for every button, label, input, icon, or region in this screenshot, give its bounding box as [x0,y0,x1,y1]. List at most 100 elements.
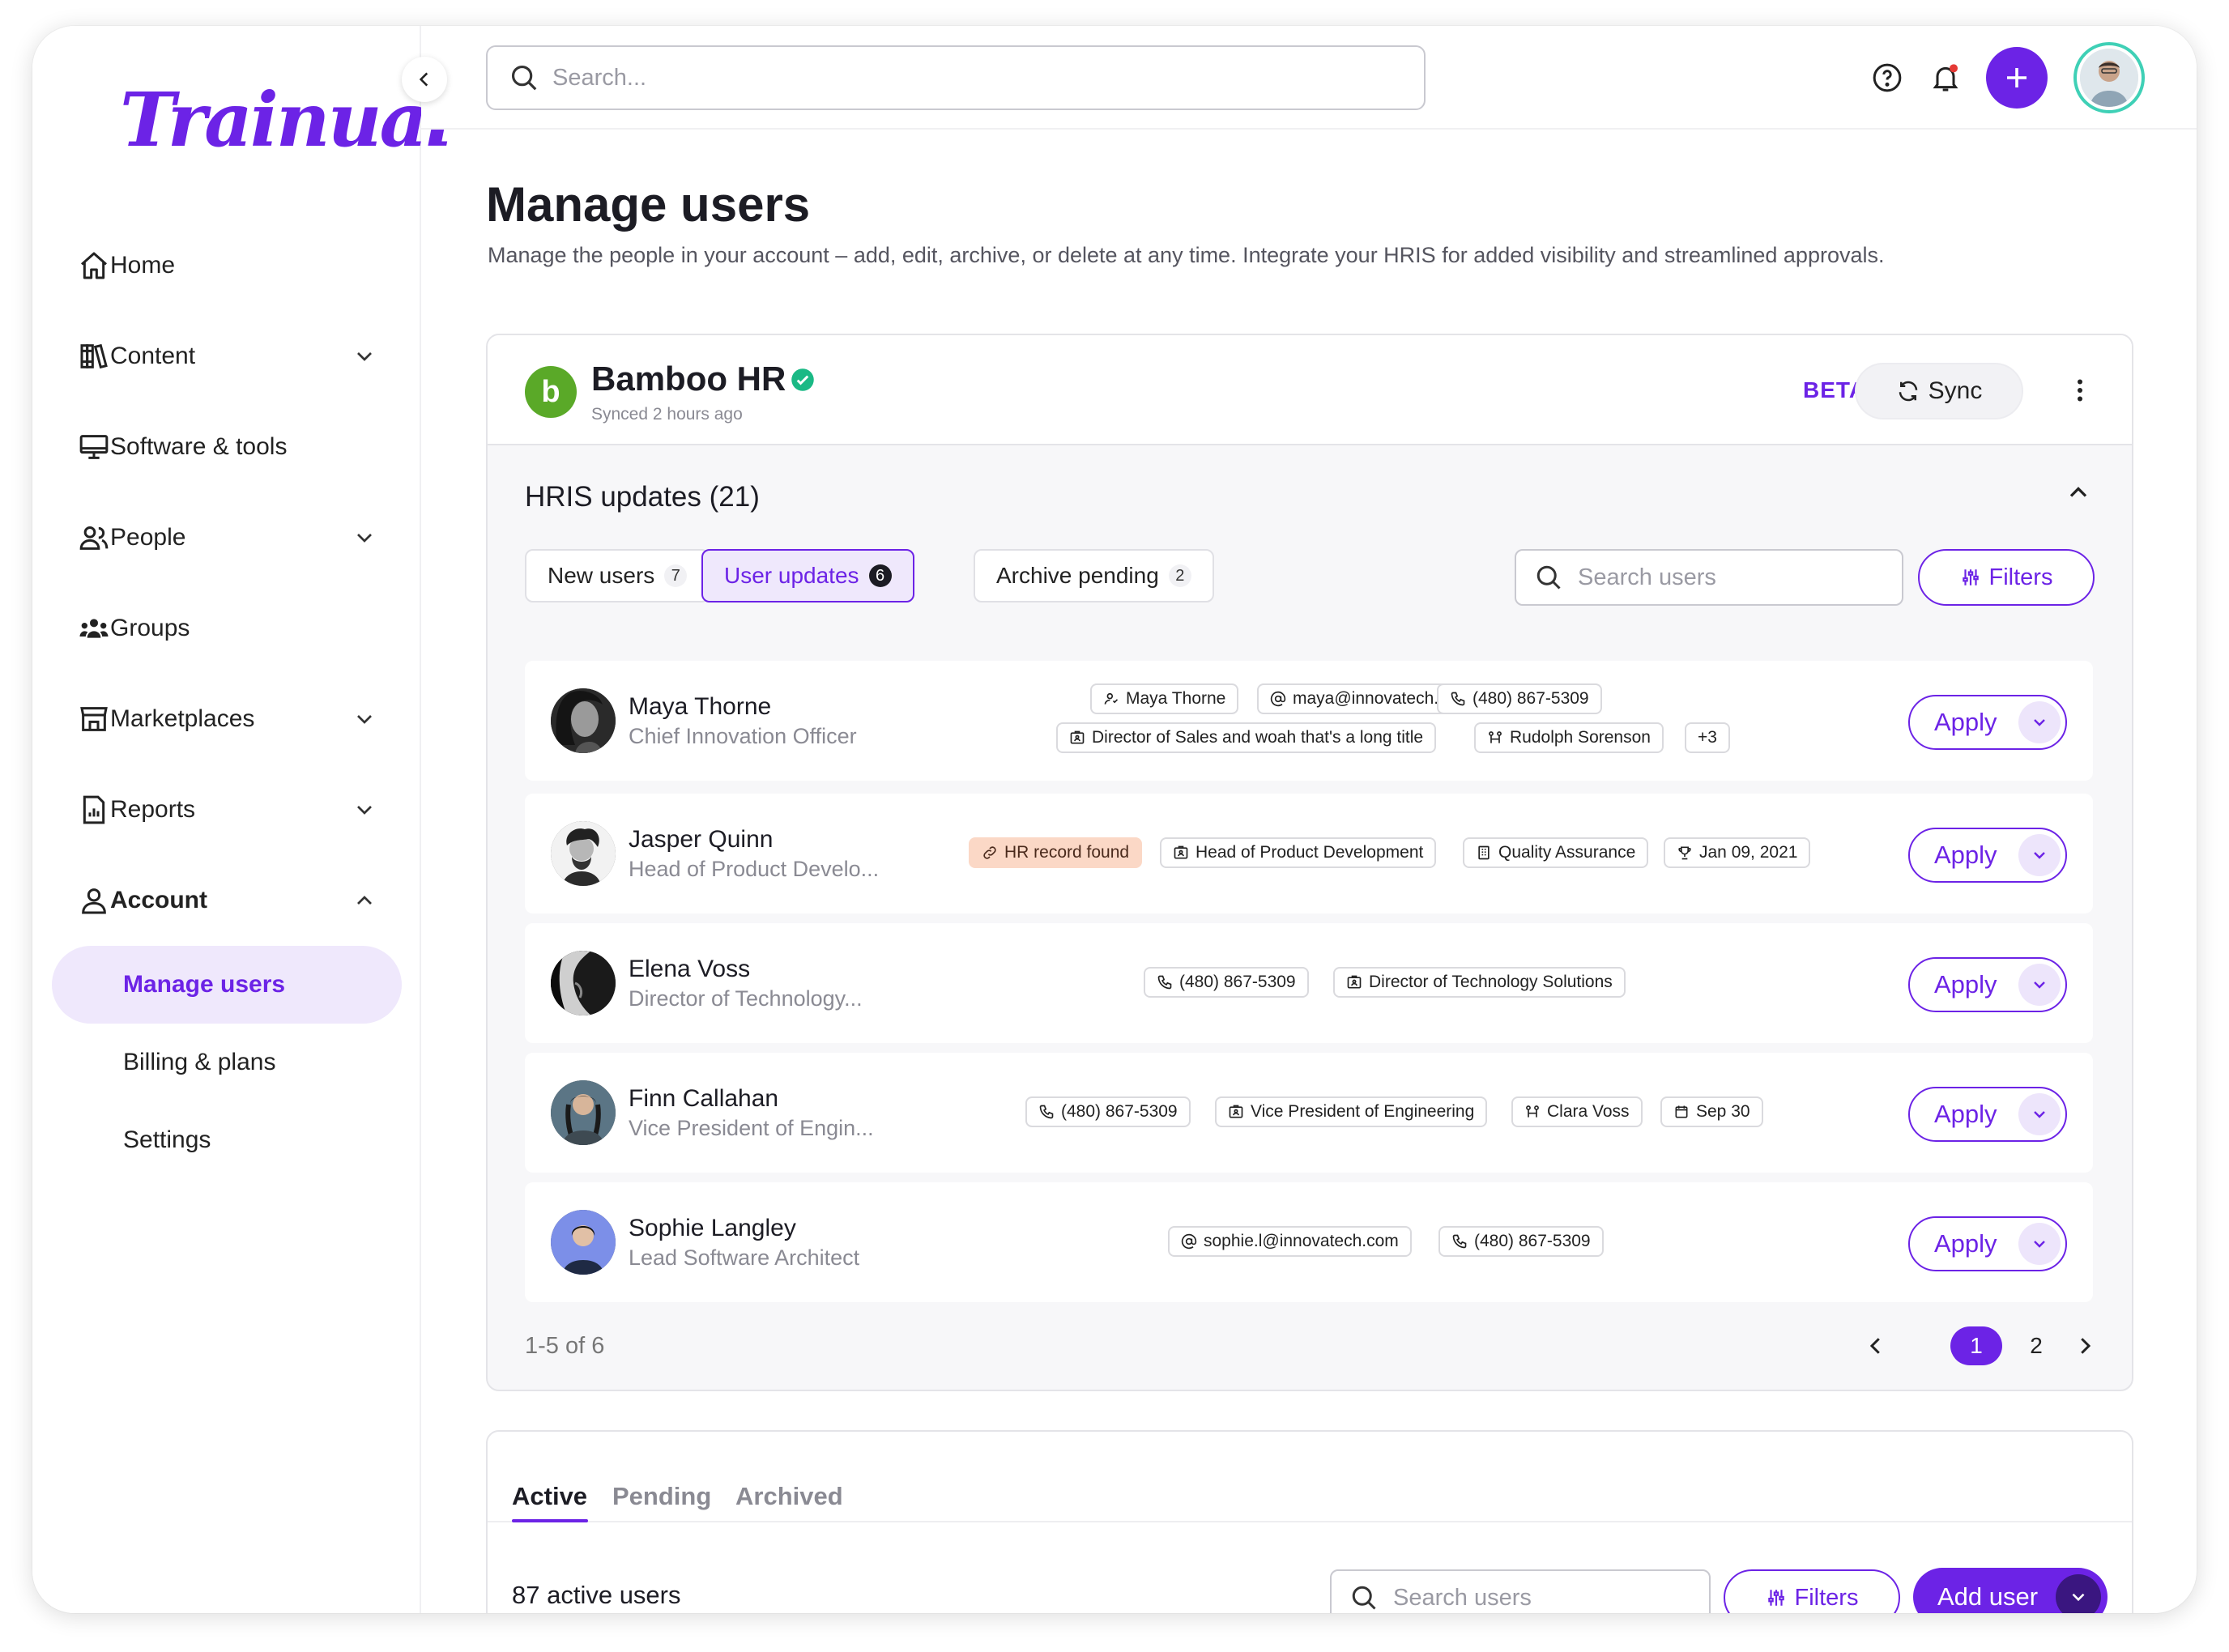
chevron-down-icon [357,715,372,724]
users-search[interactable] [1330,1569,1711,1613]
at-icon [1181,1233,1197,1250]
filters-label: Filters [1794,1584,1859,1611]
sidebar-subitem-manage-users[interactable]: Manage users [52,946,402,1024]
trainual-logo[interactable]: Trainual [120,76,454,164]
avatar [551,1210,616,1275]
users-search-input[interactable] [1393,1584,1636,1612]
plus-icon [2007,68,2027,87]
sidebar-item-software[interactable]: Software & tools [52,402,402,492]
apply-dropdown[interactable] [2018,701,2061,743]
org-icon [1526,1105,1539,1118]
chip-text: Head of Product Development [1195,843,1424,862]
chevron-down-icon [2034,719,2045,726]
user-avatar[interactable] [2073,42,2145,113]
search-icon [1352,1586,1376,1610]
global-search[interactable] [486,45,1426,110]
sidebar-item-account[interactable]: Account [52,855,402,946]
sidebar-nav: Home Content Software & tools People Gro… [52,220,402,1179]
top-bar [421,26,2197,130]
hris-user-row[interactable]: Maya Thorne Chief Innovation Officer May… [525,661,2093,781]
chevron-up-icon[interactable] [2064,478,2093,507]
user-title: Lead Software Architect [629,1245,860,1270]
sidebar-item-reports[interactable]: Reports [52,764,402,855]
apply-dropdown[interactable] [2018,964,2061,1006]
apply-dropdown[interactable] [2018,1223,2061,1265]
sync-status: Synced 2 hours ago [591,405,743,424]
collapse-sidebar-button[interactable] [402,57,447,102]
hris-user-row[interactable]: Finn Callahan Vice President of Engin...… [525,1053,2093,1173]
badge-icon [1070,730,1085,744]
next-page-button[interactable] [2069,1326,2101,1365]
chip-hr-record: HR record found [969,837,1143,868]
hris-filters-button[interactable]: Filters [1918,549,2095,606]
building-icon [1478,845,1490,860]
global-search-input[interactable] [552,64,1362,92]
chevron-left-icon [1869,1338,1880,1354]
search-icon [1536,565,1561,590]
avatar [551,951,616,1015]
trophy-icon [1678,846,1691,860]
apply-dropdown[interactable] [2018,834,2061,876]
sidebar-item-groups[interactable]: Groups [52,583,402,674]
chip-text: Director of Sales and woah that's a long… [1092,728,1424,747]
sidebar-item-content[interactable]: Content [52,311,402,402]
hris-updates-title: HRIS updates (21) [525,481,760,513]
help-icon[interactable] [1871,62,1903,94]
chip-text: (480) 867-5309 [1474,1232,1591,1250]
page-2-button[interactable]: 2 [2017,1326,2056,1365]
tab-archived[interactable]: Archived [735,1482,843,1511]
tab-archive-pending[interactable]: Archive pending 2 [974,549,1214,602]
chip-more[interactable]: +3 [1685,722,1730,753]
sidebar-subitem-settings[interactable]: Settings [52,1101,402,1179]
tab-user-updates[interactable]: User updates 6 [701,549,914,602]
user-name: Finn Callahan [629,1085,779,1112]
sidebar: Trainual Home Content Software & tools P… [32,26,454,1613]
apply-button[interactable]: Apply [1908,828,2067,883]
tab-pending[interactable]: Pending [612,1482,711,1511]
tab-new-users[interactable]: New users 7 [525,549,710,602]
users-filters-button[interactable]: Filters [1724,1569,1900,1613]
at-icon [1270,691,1286,707]
avatar-portrait [2080,49,2138,107]
chevron-down-icon [357,352,372,361]
bell-icon[interactable] [1929,62,1962,94]
chip-text: Vice President of Engineering [1251,1102,1475,1121]
hris-search-users[interactable] [1515,549,1903,606]
add-user-dropdown[interactable] [2056,1574,2101,1613]
chip-text: (480) 867-5309 [1179,973,1296,991]
apply-button[interactable]: Apply [1908,1087,2067,1142]
sidebar-subitem-billing[interactable]: Billing & plans [52,1024,402,1101]
create-new-button[interactable] [1986,47,2048,109]
chip-manager: Rudolph Sorenson [1474,722,1664,753]
sidebar-item-people[interactable]: People [52,492,402,583]
avatar [551,1080,616,1145]
sidebar-item-home[interactable]: Home [52,220,402,311]
phone-icon [1157,975,1172,990]
hris-search-input[interactable] [1578,564,1821,591]
bamboohr-logo: b [525,366,577,418]
apply-dropdown[interactable] [2018,1093,2061,1135]
sidebar-item-label: Groups [110,615,190,641]
hris-user-row[interactable]: Sophie Langley Lead Software Architect s… [525,1182,2093,1302]
apply-button[interactable]: Apply [1908,1216,2067,1271]
chip-department: Quality Assurance [1463,837,1649,868]
chip-text: (480) 867-5309 [1473,689,1589,708]
chip-phone: (480) 867-5309 [1025,1096,1191,1127]
chip-text: Maya Thorne [1126,689,1226,708]
apply-button[interactable]: Apply [1908,695,2067,750]
chip-text: Director of Technology Solutions [1369,973,1613,991]
tab-active[interactable]: Active [512,1482,587,1511]
sidebar-item-marketplaces[interactable]: Marketplaces [52,674,402,764]
sync-button[interactable]: Sync [1855,363,2023,419]
hris-user-row[interactable]: Jasper Quinn Head of Product Develo... H… [525,794,2093,913]
apply-button[interactable]: Apply [1908,957,2067,1012]
user-title: Director of Technology... [629,986,863,1011]
books-icon [80,343,108,369]
prev-page-button[interactable] [1860,1326,1892,1365]
more-options-icon[interactable] [2065,376,2095,405]
add-user-button[interactable]: Add user [1913,1568,2108,1613]
filter-sliders-icon [1767,1590,1784,1606]
hris-user-row[interactable]: Elena Voss Director of Technology... (48… [525,923,2093,1043]
phone-icon [1039,1105,1054,1119]
page-1-button[interactable]: 1 [1950,1326,2002,1365]
